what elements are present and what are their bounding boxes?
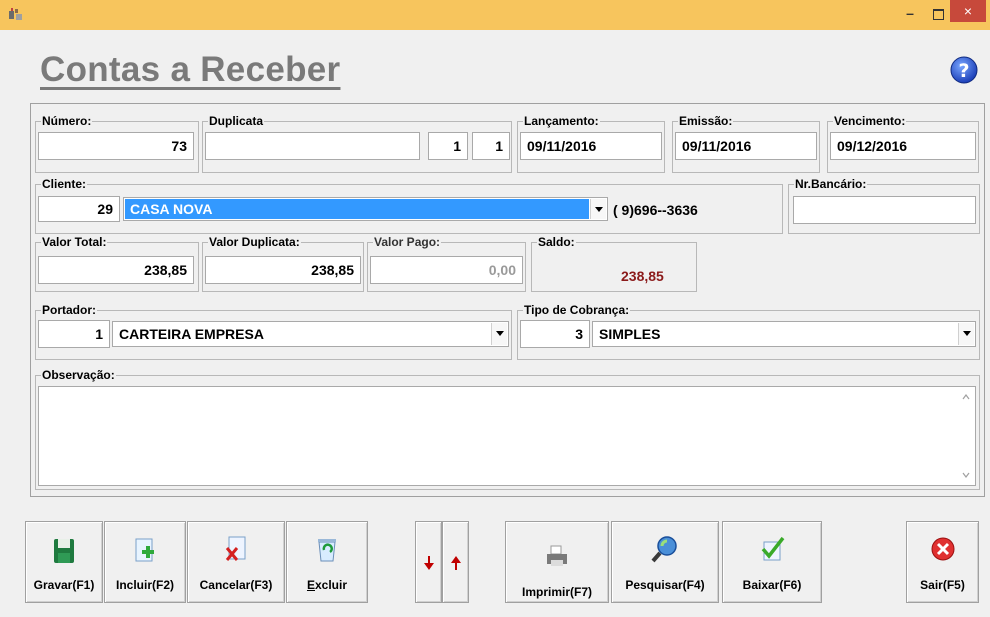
vencimento-label: Vencimento: <box>833 114 907 128</box>
incluir-button[interactable]: Incluir(F2) <box>104 521 186 603</box>
cancel-document-icon <box>225 536 246 561</box>
numero-field[interactable]: 73 <box>38 132 194 160</box>
observacao-textarea[interactable] <box>38 386 976 486</box>
app-icon <box>9 8 22 20</box>
cancelar-button[interactable]: Cancelar(F3) <box>187 521 285 603</box>
portador-name: CARTEIRA EMPRESA <box>119 326 264 342</box>
help-icon[interactable]: ? <box>949 55 979 85</box>
gravar-button[interactable]: Gravar(F1) <box>25 521 103 603</box>
arrow-down-icon <box>424 556 434 570</box>
saldo-group: Saldo: <box>531 235 697 292</box>
scroll-up-icon[interactable] <box>962 393 970 401</box>
imprimir-button[interactable]: Imprimir(F7) <box>505 521 609 603</box>
duplicata-field[interactable] <box>205 132 420 160</box>
recycle-bin-icon <box>318 539 336 562</box>
nr-bancario-field[interactable] <box>793 196 976 224</box>
portador-code-field[interactable]: 1 <box>38 320 110 348</box>
imprimir-label: Imprimir(F7) <box>521 585 592 599</box>
nr-bancario-label: Nr.Bancário: <box>794 177 868 191</box>
portador-dropdown-button[interactable] <box>491 323 507 345</box>
cliente-code-field[interactable]: 29 <box>38 196 120 222</box>
minimize-button[interactable]: – <box>897 2 923 26</box>
numero-label: Número: <box>41 114 93 128</box>
pesquisar-label: Pesquisar(F4) <box>625 578 705 592</box>
cliente-phone: ( 9)696--3636 <box>613 202 698 218</box>
parcela-field[interactable]: 1 <box>428 132 468 160</box>
excluir-accelerator: E <box>306 578 315 592</box>
valor-total-label: Valor Total: <box>41 235 108 249</box>
observacao-scrollbar[interactable] <box>958 387 975 485</box>
close-button[interactable]: × <box>950 0 986 22</box>
next-record-button[interactable] <box>415 521 442 603</box>
excluir-button[interactable]: Excluir <box>286 521 368 603</box>
tipo-cobranca-dropdown-button[interactable] <box>958 323 974 345</box>
saldo-value: 238,85 <box>621 268 664 284</box>
checkmark-document-icon <box>761 536 785 561</box>
baixar-button[interactable]: Baixar(F6) <box>722 521 822 603</box>
previous-record-button[interactable] <box>442 521 469 603</box>
saldo-label: Saldo: <box>537 235 576 249</box>
cliente-combo[interactable]: CASA NOVA <box>123 197 608 221</box>
arrow-up-icon <box>451 556 461 570</box>
tipo-cobranca-combo[interactable]: SIMPLES <box>592 321 976 347</box>
window-titlebar: – × <box>0 0 990 30</box>
observacao-label: Observação: <box>41 368 116 382</box>
total-parcelas-field[interactable]: 1 <box>472 132 510 160</box>
floppy-disk-icon <box>54 539 74 563</box>
cliente-dropdown-button[interactable] <box>590 199 606 219</box>
gravar-label: Gravar(F1) <box>33 578 95 592</box>
page-title: Contas a Receber <box>40 50 341 89</box>
sair-label: Sair(F5) <box>920 578 965 592</box>
baixar-label: Baixar(F6) <box>742 578 802 592</box>
lancamento-label: Lançamento: <box>523 114 600 128</box>
valor-pago-field: 0,00 <box>370 256 523 284</box>
tipo-cobranca-code-field[interactable]: 3 <box>520 320 590 348</box>
maximize-button[interactable] <box>926 2 950 26</box>
emissao-field[interactable]: 09/11/2016 <box>675 132 817 160</box>
duplicata-label: Duplicata <box>208 114 265 128</box>
excluir-label: Excluir <box>287 578 367 592</box>
cliente-label: Cliente: <box>41 177 88 191</box>
portador-combo[interactable]: CARTEIRA EMPRESA <box>112 321 509 347</box>
valor-pago-label: Valor Pago: <box>373 235 442 249</box>
scroll-down-icon[interactable] <box>962 471 970 479</box>
tipo-cobranca-name: SIMPLES <box>599 326 661 342</box>
pesquisar-button[interactable]: Pesquisar(F4) <box>611 521 719 603</box>
cancelar-label: Cancelar(F3) <box>199 578 273 592</box>
valor-duplicata-field[interactable]: 238,85 <box>205 256 361 284</box>
portador-label: Portador: <box>41 303 97 317</box>
exit-icon <box>931 537 954 561</box>
excluir-label-rest: xcluir <box>315 578 348 592</box>
sair-button[interactable]: Sair(F5) <box>906 521 979 603</box>
tipo-cobranca-label: Tipo de Cobrança: <box>523 303 631 317</box>
vencimento-field[interactable]: 09/12/2016 <box>830 132 976 160</box>
valor-total-field[interactable]: 238,85 <box>38 256 194 284</box>
emissao-label: Emissão: <box>678 114 734 128</box>
svg-text:?: ? <box>958 60 969 82</box>
incluir-label: Incluir(F2) <box>115 578 174 592</box>
lancamento-field[interactable]: 09/11/2016 <box>520 132 662 160</box>
cliente-name: CASA NOVA <box>130 201 213 217</box>
add-document-icon <box>135 538 154 562</box>
valor-duplicata-label: Valor Duplicata: <box>208 235 301 249</box>
printer-icon <box>547 545 567 566</box>
magnifier-icon <box>651 536 677 563</box>
